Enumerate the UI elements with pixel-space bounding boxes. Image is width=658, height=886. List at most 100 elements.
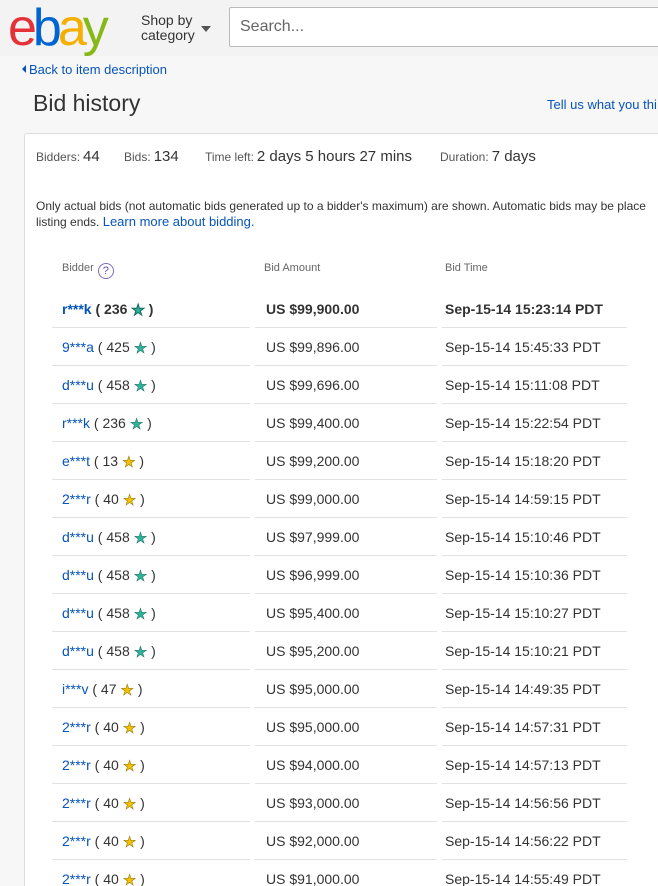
search-input[interactable] <box>229 7 658 47</box>
star-icon[interactable]: ★ <box>120 683 134 699</box>
feedback-score[interactable]: 458 <box>106 605 129 621</box>
bidder-name-link[interactable]: d***u <box>62 529 94 545</box>
bid-amount: US $95,200.00 <box>266 643 360 659</box>
feedback-score[interactable]: 458 <box>106 377 129 393</box>
star-icon[interactable]: ★ <box>123 835 137 851</box>
category-label: category <box>141 27 195 43</box>
table-row: r***k ( 236 ★ ) US $99,400.00 Sep-15-14 15:… <box>52 404 658 442</box>
bidder-name-link[interactable]: 9***a <box>62 339 94 355</box>
bidder-cell: 2***r ( 40 ★ ) <box>62 719 145 736</box>
logo-letter: a <box>57 0 87 57</box>
star-icon[interactable]: ★ <box>123 721 137 737</box>
bidder-cell: 2***r ( 40 ★ ) <box>62 871 145 886</box>
bidder-name-link[interactable]: 2***r <box>62 491 91 507</box>
feedback-score[interactable]: 40 <box>103 757 119 773</box>
table-row: d***u ( 458 ★ ) US $97,999.00 Sep-15-14 15:… <box>52 518 658 556</box>
column-header-time: Bid Time <box>445 262 488 274</box>
star-icon[interactable]: ★ <box>133 569 147 585</box>
star-icon[interactable]: ★ <box>130 417 144 433</box>
bidder-name-link[interactable]: 2***r <box>62 795 91 811</box>
star-icon[interactable]: ★ <box>123 873 137 886</box>
feedback-open: ( <box>90 833 104 849</box>
bidder-cell: d***u ( 458 ★ ) <box>62 643 156 660</box>
feedback-score[interactable]: 13 <box>102 453 118 469</box>
bidder-cell: 2***r ( 40 ★ ) <box>62 833 145 850</box>
tell-us-link[interactable]: Tell us what you thi <box>547 97 657 112</box>
feedback-score[interactable]: 40 <box>103 833 119 849</box>
table-row: 2***r ( 40 ★ ) US $94,000.00 Sep-15-14 14:5… <box>52 746 658 784</box>
feedback-open: ( <box>93 377 107 393</box>
feedback-open: ( <box>93 605 107 621</box>
bidder-name-link[interactable]: d***u <box>62 567 94 583</box>
bidding-notice: Only actual bids (not automatic bids gen… <box>36 198 658 230</box>
learn-more-link[interactable]: Learn more about bidding. <box>103 214 255 229</box>
table-row: d***u ( 458 ★ ) US $95,200.00 Sep-15-14 15:… <box>52 632 658 670</box>
bidder-name-link[interactable]: 2***r <box>62 719 91 735</box>
bidder-name-link[interactable]: d***u <box>62 605 94 621</box>
shop-by-category-button[interactable]: Shop by category <box>141 13 195 43</box>
bidder-name-link[interactable]: r***k <box>62 301 92 317</box>
caret-down-icon[interactable] <box>201 26 211 32</box>
bidder-cell: d***u ( 458 ★ ) <box>62 605 156 622</box>
bidder-name-link[interactable]: r***k <box>62 415 90 431</box>
star-icon[interactable]: ★ <box>133 645 147 661</box>
bidder-name-link[interactable]: i***v <box>62 681 88 697</box>
bid-time: Sep-15-14 15:10:27 PDT <box>445 605 601 621</box>
bid-time: Sep-15-14 14:55:49 PDT <box>445 871 601 886</box>
feedback-score[interactable]: 458 <box>106 529 129 545</box>
star-icon[interactable]: ★ <box>133 607 147 623</box>
star-icon[interactable]: ★ <box>122 455 136 471</box>
bidder-cell: r***k ( 236 ★ ) <box>62 301 153 318</box>
feedback-close: ) <box>136 491 145 507</box>
table-row: 2***r ( 40 ★ ) US $99,000.00 Sep-15-14 14:5… <box>52 480 658 518</box>
feedback-score[interactable]: 47 <box>101 681 117 697</box>
feedback-close: ) <box>136 719 145 735</box>
bids-stat: Bids: 134 <box>124 148 179 166</box>
star-icon[interactable]: ★ <box>133 341 147 357</box>
feedback-score[interactable]: 458 <box>106 567 129 583</box>
feedback-score[interactable]: 40 <box>103 795 119 811</box>
feedback-score[interactable]: 236 <box>104 301 127 317</box>
star-icon[interactable]: ★ <box>123 797 137 813</box>
star-icon[interactable]: ★ <box>133 379 147 395</box>
bid-time: Sep-15-14 14:57:31 PDT <box>445 719 601 735</box>
bidder-name-link[interactable]: 2***r <box>62 757 91 773</box>
table-row: d***u ( 458 ★ ) US $99,696.00 Sep-15-14 15:… <box>52 366 658 404</box>
feedback-close: ) <box>147 567 156 583</box>
bidder-cell: 2***r ( 40 ★ ) <box>62 491 145 508</box>
bidders-label: Bidders: <box>36 150 81 164</box>
help-icon[interactable]: ? <box>97 263 114 279</box>
shop-by-label: Shop by <box>141 12 193 28</box>
bidder-header-label: Bidder <box>62 262 94 274</box>
bidders-stat: Bidders: 44 <box>36 148 100 166</box>
feedback-close: ) <box>135 453 145 469</box>
bidder-name-link[interactable]: 2***r <box>62 833 91 849</box>
star-icon[interactable]: ★ <box>123 759 137 775</box>
bid-time: Sep-15-14 14:57:13 PDT <box>445 757 601 773</box>
bidder-name-link[interactable]: d***u <box>62 643 94 659</box>
bidder-cell: 2***r ( 40 ★ ) <box>62 795 145 812</box>
feedback-open: ( <box>90 415 103 431</box>
star-icon[interactable]: ★ <box>133 531 147 547</box>
bidder-name-link[interactable]: d***u <box>62 377 94 393</box>
back-to-item-link[interactable]: Back to item description <box>22 62 167 77</box>
feedback-open: ( <box>93 643 107 659</box>
feedback-score[interactable]: 40 <box>103 719 119 735</box>
feedback-score[interactable]: 236 <box>102 415 125 431</box>
ebay-logo[interactable]: ebay <box>8 0 109 57</box>
star-icon[interactable]: ★ <box>123 493 137 509</box>
feedback-open: ( <box>93 339 107 355</box>
feedback-open: ( <box>93 529 107 545</box>
bid-time: Sep-15-14 14:56:22 PDT <box>445 833 601 849</box>
bid-amount: US $91,000.00 <box>266 871 360 886</box>
star-icon[interactable]: ★ <box>131 303 145 319</box>
duration-label: Duration: <box>440 150 489 164</box>
feedback-score[interactable]: 40 <box>103 491 119 507</box>
bidder-name-link[interactable]: 2***r <box>62 871 91 886</box>
bidder-cell: e***t ( 13 ★ ) <box>62 453 144 470</box>
feedback-score[interactable]: 425 <box>106 339 129 355</box>
feedback-score[interactable]: 458 <box>106 643 129 659</box>
duration-stat: Duration: 7 days <box>440 148 536 166</box>
bidder-name-link[interactable]: e***t <box>62 453 90 469</box>
feedback-score[interactable]: 40 <box>103 871 119 886</box>
